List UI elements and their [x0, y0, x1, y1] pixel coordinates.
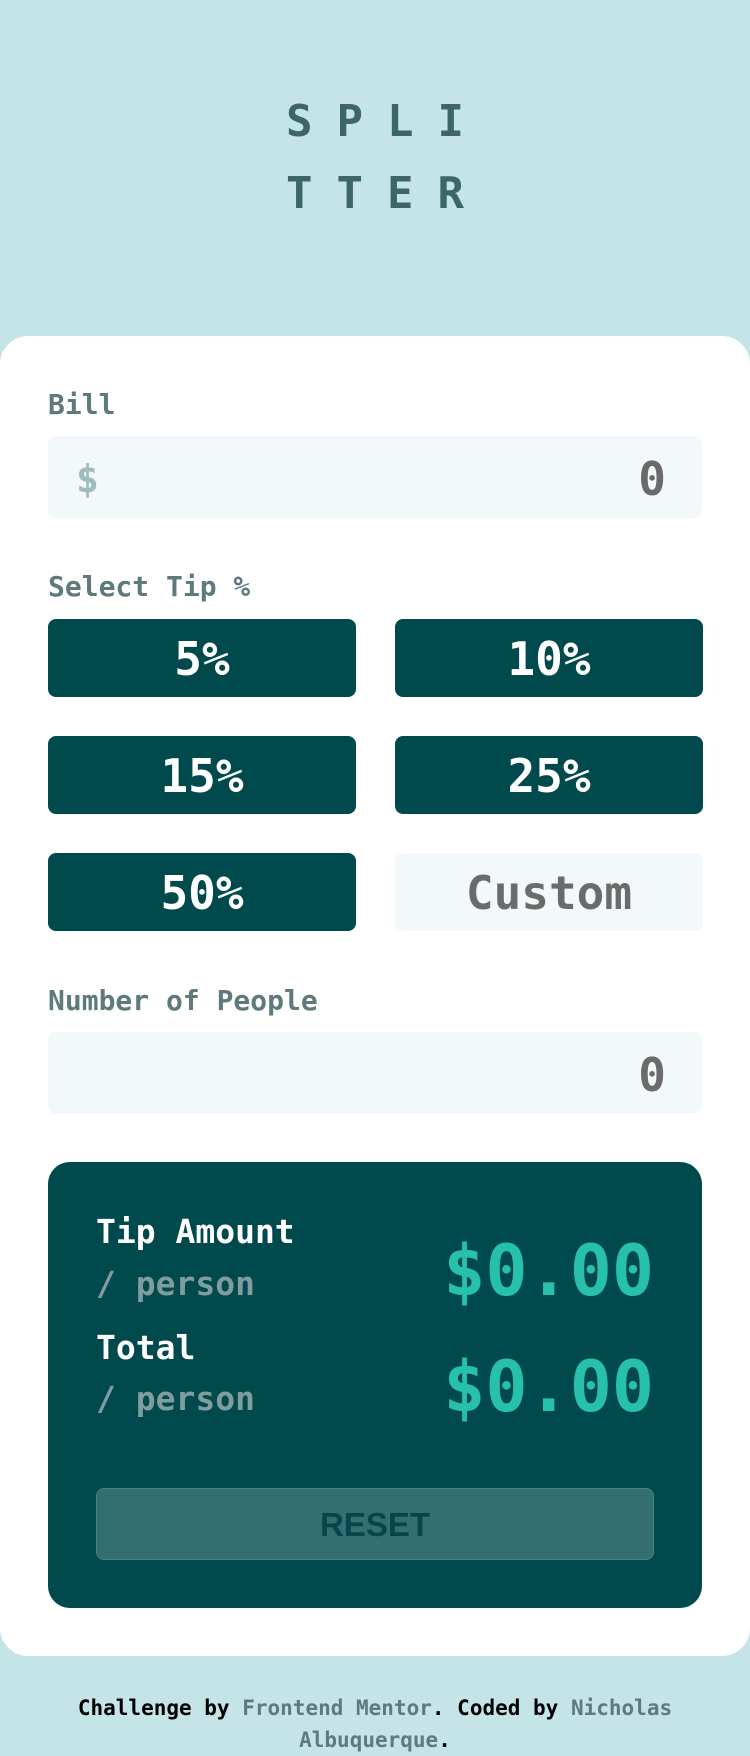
total-sub: / person — [96, 1379, 255, 1418]
attribution: Challenge by Frontend Mentor. Coded by N… — [40, 1692, 710, 1756]
tip-label: Select Tip % — [48, 570, 251, 603]
tip-amount-sub: / person — [96, 1264, 255, 1303]
tip-button-15[interactable]: 15% — [48, 736, 356, 814]
total-value: $0.00 — [443, 1346, 654, 1428]
tip-button-25[interactable]: 25% — [395, 736, 703, 814]
logo-line-1: SPLI — [286, 96, 488, 147]
app-logo: SPLI TTER — [0, 86, 750, 230]
footer-middle: . Coded by — [431, 1696, 571, 1720]
bill-value: 0 — [638, 452, 666, 506]
total-label: Total — [96, 1328, 196, 1367]
tip-amount-value: $0.00 — [443, 1230, 654, 1312]
bill-input[interactable]: $ 0 — [48, 436, 702, 518]
people-input[interactable]: 0 — [48, 1032, 702, 1114]
people-value: 0 — [638, 1048, 666, 1102]
results-panel: Tip Amount / person $0.00 Total / person… — [48, 1162, 702, 1608]
custom-tip-input[interactable]: Custom — [395, 853, 703, 931]
logo-line-2: TTER — [286, 168, 488, 219]
tip-button-5[interactable]: 5% — [48, 619, 356, 697]
tip-button-10[interactable]: 10% — [395, 619, 703, 697]
footer-suffix: . — [438, 1728, 451, 1752]
tip-amount-label: Tip Amount — [96, 1212, 295, 1251]
frontend-mentor-link[interactable]: Frontend Mentor — [242, 1696, 432, 1720]
tip-button-50[interactable]: 50% — [48, 853, 356, 931]
reset-button[interactable]: RESET — [96, 1488, 654, 1560]
dollar-icon: $ — [76, 457, 99, 501]
bill-label: Bill — [48, 388, 116, 421]
people-label: Number of People — [48, 984, 318, 1017]
footer-prefix: Challenge by — [77, 1696, 243, 1720]
